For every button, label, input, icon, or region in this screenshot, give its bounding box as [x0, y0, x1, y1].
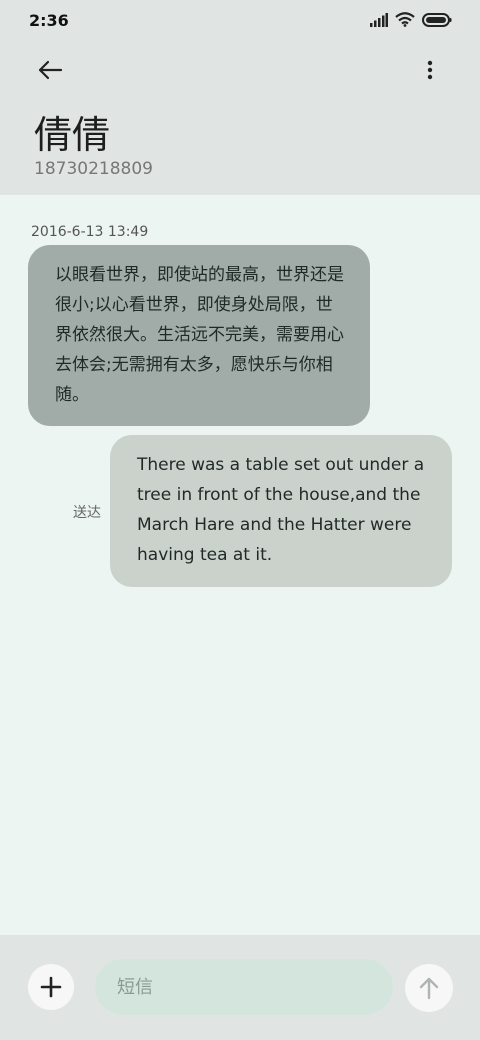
add-attachment-button[interactable]	[28, 964, 74, 1010]
arrow-left-icon	[38, 60, 63, 80]
battery-icon	[422, 12, 452, 31]
signal-icon	[370, 12, 388, 31]
arrow-up-icon	[419, 977, 439, 1000]
more-vertical-icon	[427, 60, 433, 80]
received-message-bubble[interactable]: 以眼看世界，即使站的最高，世界还是很小;以心看世界，即使身处局限，世界依然很大。…	[28, 245, 370, 426]
send-button[interactable]	[405, 964, 453, 1012]
message-timestamp: 2016-6-13 13:49	[31, 224, 149, 240]
back-button[interactable]	[30, 50, 70, 90]
contact-number: 18730218809	[34, 159, 153, 179]
conversation-header: 2:36 倩倩 18730218809	[0, 0, 480, 195]
status-bar: 2:36	[0, 0, 480, 40]
contact-name: 倩倩	[34, 113, 111, 157]
message-composer	[0, 935, 480, 1040]
more-options-button[interactable]	[410, 50, 450, 90]
status-time: 2:36	[29, 11, 69, 30]
sent-message-bubble[interactable]: There was a table set out under a tree i…	[110, 435, 452, 587]
wifi-icon	[395, 11, 415, 31]
message-input[interactable]	[95, 959, 393, 1015]
sent-status: 送达	[73, 505, 101, 521]
status-icons	[370, 11, 452, 31]
plus-icon	[40, 976, 62, 998]
